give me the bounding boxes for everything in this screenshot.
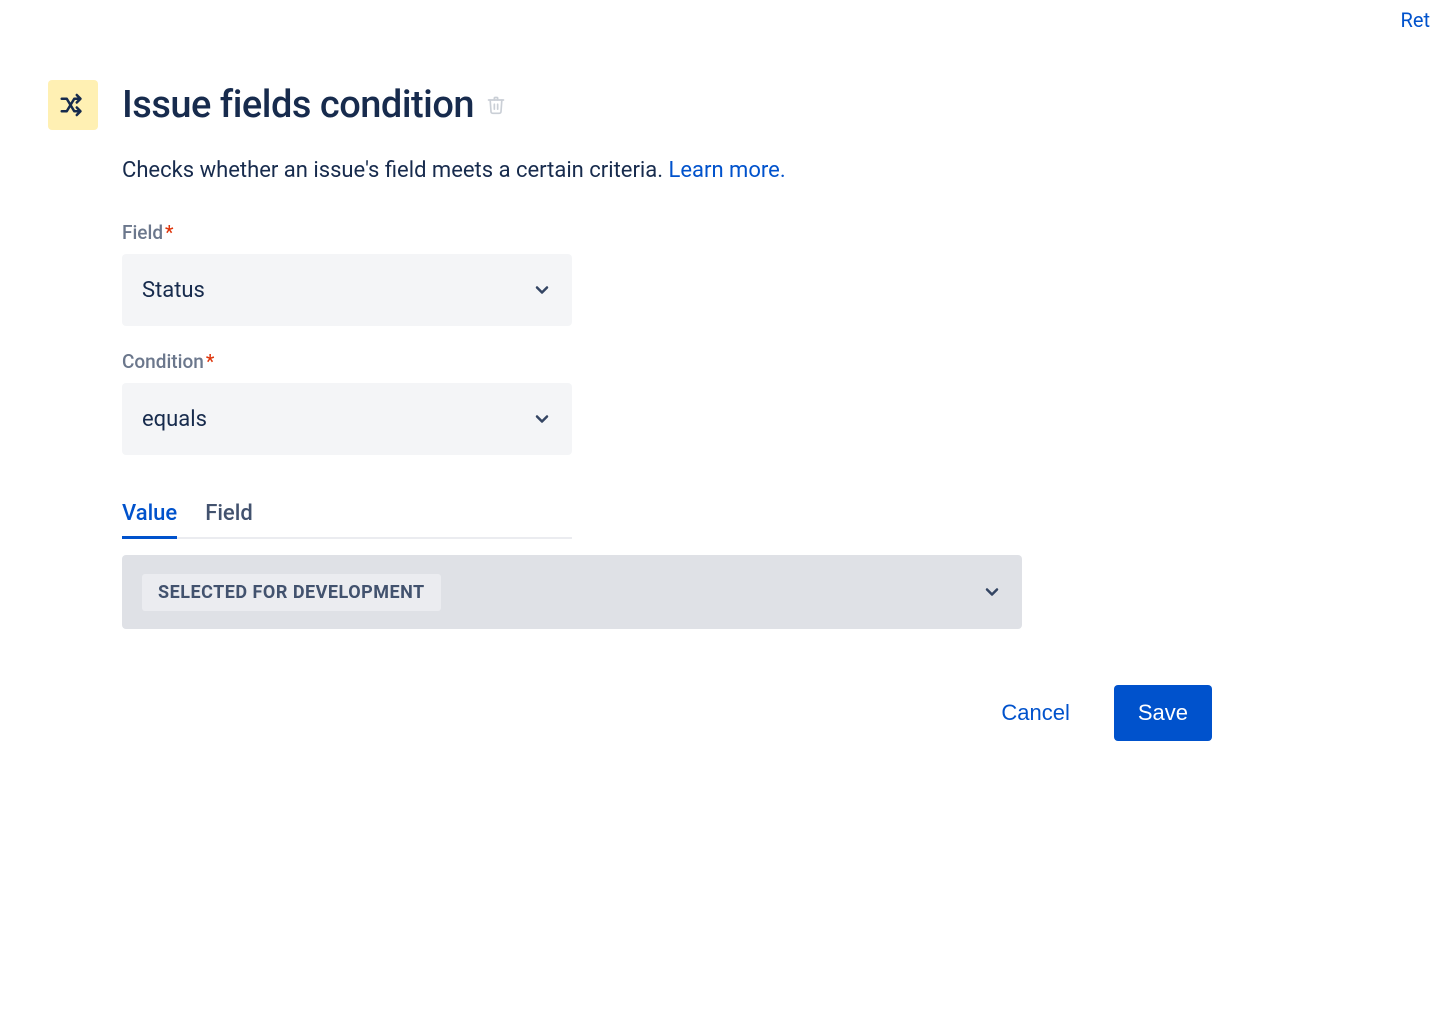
save-button[interactable]: Save [1114, 685, 1212, 741]
value-select[interactable]: SELECTED FOR DEVELOPMENT [122, 555, 1022, 629]
shuffle-icon [58, 90, 88, 120]
page-title: Issue fields condition [122, 83, 474, 127]
learn-more-link[interactable]: Learn more. [669, 158, 786, 183]
value-chip: SELECTED FOR DEVELOPMENT [142, 574, 441, 611]
condition-label: Condition* [122, 350, 1382, 373]
field-select[interactable]: Status [122, 254, 572, 326]
chevron-down-icon [532, 409, 552, 429]
chevron-down-icon [532, 280, 552, 300]
field-label: Field* [122, 221, 1382, 244]
value-field-tabs: Value Field [122, 501, 572, 539]
condition-select-value: equals [142, 407, 207, 432]
condition-icon-box [48, 80, 98, 130]
tab-value[interactable]: Value [122, 501, 177, 539]
trash-icon[interactable] [486, 94, 506, 116]
condition-select[interactable]: equals [122, 383, 572, 455]
tab-field[interactable]: Field [205, 501, 253, 539]
cancel-button[interactable]: Cancel [977, 685, 1093, 741]
top-return-link[interactable]: Ret [1401, 8, 1430, 32]
field-select-value: Status [142, 278, 205, 303]
chevron-down-icon [982, 582, 1002, 602]
description: Checks whether an issue's field meets a … [122, 158, 1382, 183]
